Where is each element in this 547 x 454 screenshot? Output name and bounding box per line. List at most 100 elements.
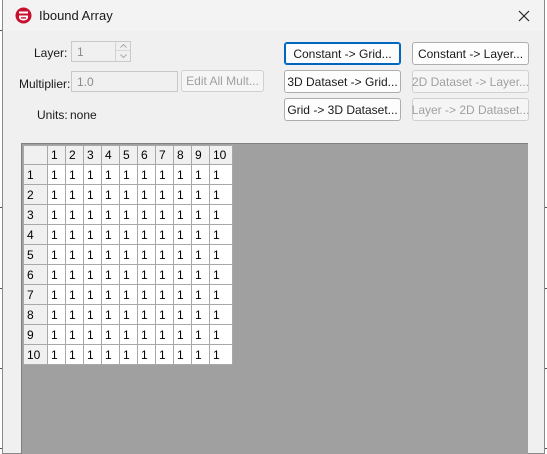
grid-cell[interactable]: 1 — [209, 284, 233, 305]
grid-cell[interactable]: 1 — [209, 244, 233, 265]
grid-cell[interactable]: 1 — [173, 244, 192, 265]
grid-cell[interactable]: 1 — [155, 164, 174, 185]
column-header[interactable]: 1 — [47, 145, 66, 165]
grid-cell[interactable]: 1 — [83, 164, 102, 185]
title-bar[interactable]: Ibound Array — [3, 0, 544, 31]
grid-cell[interactable]: 1 — [101, 184, 120, 205]
grid-cell[interactable]: 1 — [101, 344, 120, 365]
constant-to-grid-button[interactable]: Constant -> Grid... — [284, 42, 401, 65]
constant-to-layer-button[interactable]: Constant -> Layer... — [412, 42, 529, 65]
grid-cell[interactable]: 1 — [65, 284, 84, 305]
grid-cell[interactable]: 1 — [65, 204, 84, 225]
grid-cell[interactable]: 1 — [137, 304, 156, 325]
grid-cell[interactable]: 1 — [191, 264, 210, 285]
grid-cell[interactable]: 1 — [173, 324, 192, 345]
grid-cell[interactable]: 1 — [119, 264, 138, 285]
column-header[interactable]: 6 — [137, 145, 156, 165]
grid-cell[interactable]: 1 — [155, 284, 174, 305]
grid-cell[interactable]: 1 — [209, 164, 233, 185]
grid-cell[interactable]: 1 — [209, 204, 233, 225]
2d-dataset-to-layer-button[interactable]: 2D Dataset -> Layer... — [412, 70, 529, 93]
grid-cell[interactable]: 1 — [155, 344, 174, 365]
row-header[interactable]: 9 — [23, 324, 48, 345]
grid-cell[interactable]: 1 — [191, 304, 210, 325]
grid-cell[interactable]: 1 — [47, 304, 66, 325]
grid-cell[interactable]: 1 — [209, 344, 233, 365]
grid-cell[interactable]: 1 — [155, 244, 174, 265]
grid-cell[interactable]: 1 — [137, 164, 156, 185]
spinner-down-button[interactable] — [116, 51, 130, 60]
grid-cell[interactable]: 1 — [47, 184, 66, 205]
array-grid[interactable]: 1 2 3 4 5 6 7 8 9 10 1 1 1 1 1 1 1 1 1 1 1 2 1 1 1 1 1 1 1 1 1 1 3 1 1 1 1 1 1… — [23, 145, 233, 365]
grid-cell[interactable]: 1 — [119, 284, 138, 305]
grid-cell[interactable]: 1 — [47, 324, 66, 345]
grid-cell[interactable]: 1 — [83, 284, 102, 305]
column-header[interactable]: 8 — [173, 145, 192, 165]
row-header[interactable]: 2 — [23, 184, 48, 205]
grid-cell[interactable]: 1 — [173, 304, 192, 325]
grid-cell[interactable]: 1 — [173, 224, 192, 245]
grid-cell[interactable]: 1 — [65, 244, 84, 265]
grid-cell[interactable]: 1 — [65, 264, 84, 285]
grid-cell[interactable]: 1 — [65, 164, 84, 185]
grid-cell[interactable]: 1 — [209, 224, 233, 245]
grid-cell[interactable]: 1 — [101, 244, 120, 265]
column-header[interactable]: 2 — [65, 145, 84, 165]
grid-cell[interactable]: 1 — [209, 184, 233, 205]
grid-cell[interactable]: 1 — [47, 284, 66, 305]
grid-cell[interactable]: 1 — [65, 324, 84, 345]
row-header[interactable]: 4 — [23, 224, 48, 245]
grid-cell[interactable]: 1 — [155, 264, 174, 285]
grid-cell[interactable]: 1 — [173, 344, 192, 365]
grid-cell[interactable]: 1 — [209, 264, 233, 285]
grid-cell[interactable]: 1 — [83, 244, 102, 265]
grid-cell[interactable]: 1 — [101, 204, 120, 225]
grid-cell[interactable]: 1 — [119, 164, 138, 185]
grid-cell[interactable]: 1 — [173, 184, 192, 205]
row-header[interactable]: 6 — [23, 264, 48, 285]
grid-cell[interactable]: 1 — [119, 224, 138, 245]
grid-cell[interactable]: 1 — [155, 184, 174, 205]
layer-spinner[interactable]: 1 — [71, 41, 131, 62]
grid-cell[interactable]: 1 — [119, 184, 138, 205]
grid-cell[interactable]: 1 — [119, 304, 138, 325]
row-header[interactable]: 8 — [23, 304, 48, 325]
grid-cell[interactable]: 1 — [47, 204, 66, 225]
spinner-up-button[interactable] — [116, 42, 130, 51]
grid-cell[interactable]: 1 — [101, 224, 120, 245]
column-header[interactable]: 10 — [209, 145, 233, 165]
column-header[interactable]: 7 — [155, 145, 174, 165]
grid-cell[interactable]: 1 — [47, 244, 66, 265]
grid-cell[interactable]: 1 — [119, 204, 138, 225]
grid-cell[interactable]: 1 — [83, 304, 102, 325]
grid-cell[interactable]: 1 — [47, 224, 66, 245]
grid-cell[interactable]: 1 — [155, 204, 174, 225]
grid-cell[interactable]: 1 — [101, 164, 120, 185]
grid-cell[interactable]: 1 — [155, 304, 174, 325]
grid-cell[interactable]: 1 — [83, 184, 102, 205]
grid-cell[interactable]: 1 — [47, 344, 66, 365]
grid-cell[interactable]: 1 — [191, 324, 210, 345]
grid-cell[interactable]: 1 — [155, 224, 174, 245]
grid-cell[interactable]: 1 — [137, 184, 156, 205]
grid-cell[interactable]: 1 — [119, 324, 138, 345]
grid-cell[interactable]: 1 — [83, 264, 102, 285]
grid-cell[interactable]: 1 — [173, 284, 192, 305]
column-header[interactable]: 3 — [83, 145, 102, 165]
grid-cell[interactable]: 1 — [137, 344, 156, 365]
grid-cell[interactable]: 1 — [191, 244, 210, 265]
row-header[interactable]: 5 — [23, 244, 48, 265]
grid-cell[interactable]: 1 — [65, 224, 84, 245]
column-header[interactable]: 5 — [119, 145, 138, 165]
grid-cell[interactable]: 1 — [137, 264, 156, 285]
grid-cell[interactable]: 1 — [137, 284, 156, 305]
close-button[interactable] — [510, 3, 538, 29]
grid-cell[interactable]: 1 — [83, 344, 102, 365]
row-header[interactable]: 10 — [23, 344, 48, 365]
grid-cell[interactable]: 1 — [191, 284, 210, 305]
grid-cell[interactable]: 1 — [191, 224, 210, 245]
grid-cell[interactable]: 1 — [173, 164, 192, 185]
grid-cell[interactable]: 1 — [191, 204, 210, 225]
grid-cell[interactable]: 1 — [65, 344, 84, 365]
row-header[interactable]: 3 — [23, 204, 48, 225]
